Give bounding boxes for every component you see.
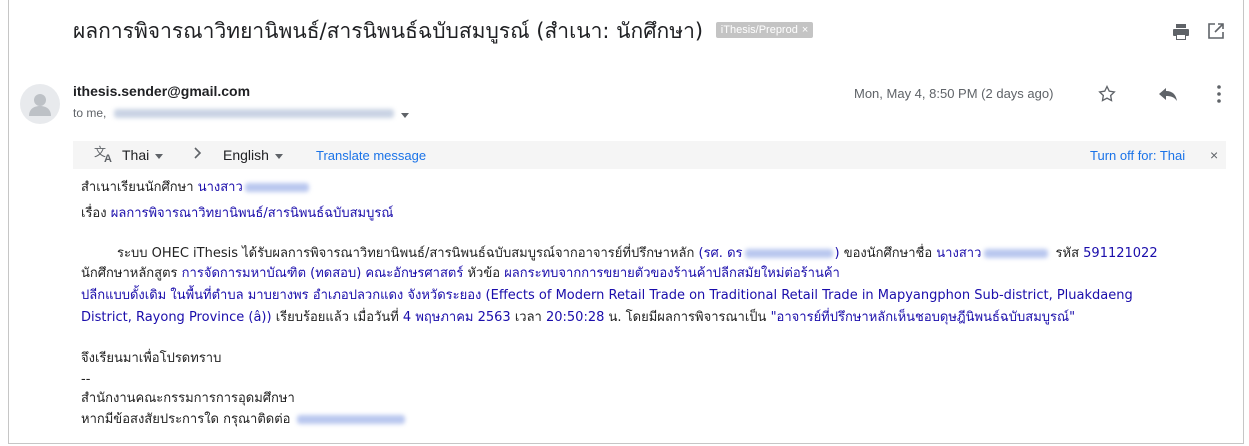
print-icon[interactable] (1171, 22, 1191, 42)
signature-contact: หากมีข้อสงสัยประการใด กรุณาติดต่อ (81, 411, 405, 428)
blurred-contact-email[interactable] (296, 415, 405, 424)
signature-dash: -- (81, 372, 91, 387)
from-language-select[interactable]: Thai (122, 147, 164, 163)
completion-date: 4 พฤษภาคม 2563 (402, 310, 511, 325)
program-label: นักศึกษาหลักสูตร (81, 266, 178, 281)
topic-value-end: District, Rayong Province (â)) (81, 310, 272, 325)
result-value: "อาจารย์ที่ปรึกษาหลักเห็นชอบดุษฎีนิพนธ์ฉ… (770, 310, 1076, 325)
translate-icon: 文 A (94, 144, 114, 166)
svg-text:A: A (104, 153, 112, 163)
result-label: น. โดยมีผลการพิจารณาเป็น (608, 310, 767, 325)
reply-icon[interactable] (1158, 85, 1178, 107)
star-icon[interactable] (1097, 84, 1117, 108)
from-language: Thai (122, 147, 150, 163)
label-chip[interactable]: iThesis/Preprod × (715, 22, 814, 38)
time-label: เวลา (514, 310, 542, 325)
blurred-student-name-2 (984, 249, 1049, 258)
program-value: การจัดการมหาบัณฑิต (ทดสอบ) คณะอักษรศาสตร… (181, 266, 464, 281)
student-title: นางสาว (936, 246, 982, 261)
label-chip-close-icon[interactable]: × (802, 24, 808, 36)
advisor-prefix: (รศ. ดร (698, 246, 743, 261)
to-language: English (223, 147, 269, 163)
to-language-select[interactable]: English (223, 147, 283, 163)
body-line-copy-to: สำเนาเรียนนักศึกษา นางสาว (81, 179, 309, 196)
student-name: นางสาว (197, 180, 243, 195)
open-in-new-window-icon[interactable] (1207, 22, 1227, 42)
avatar (20, 84, 60, 124)
subject-text: ผลการพิจารณาวิทยานิพนธ์/สารนิพนธ์ฉบับสมบ… (73, 19, 704, 43)
recipients-dropdown-icon[interactable] (401, 107, 410, 121)
blurred-student-name (244, 183, 309, 192)
completed-on-label: เรียบร้อยแล้ว เมื่อวันที่ (275, 310, 399, 325)
blurred-advisor-name (744, 249, 833, 258)
topic-label: หัวข้อ (467, 266, 501, 281)
topic-value-a: ผลกระทบจากการขยายตัวของร้านค้าปลีกสมัยให… (504, 266, 840, 281)
student-id: 591121022 (1083, 246, 1158, 261)
turn-off-translation-link[interactable]: Turn off for: Thai (1090, 148, 1185, 163)
subject-label: เรื่อง (81, 206, 107, 221)
label-chip-text: iThesis/Preprod (720, 24, 798, 36)
subject-value: ผลการพิจารณาวิทยานิพนธ์/สารนิพนธ์ฉบับสมบ… (110, 206, 394, 221)
translate-bar: 文 A Thai English Translate message Turn … (73, 141, 1226, 169)
closing-line: จึงเรียนมาเพื่อโปรดทราบ (81, 351, 222, 366)
body-line-subject: เรื่อง ผลการพิจารณาวิทยานิพนธ์/สารนิพนธ์… (81, 205, 393, 222)
contact-label: หากมีข้อสงสัยประการใด กรุณาติดต่อ (81, 412, 291, 427)
blurred-recipients (113, 109, 394, 119)
arrow-right-icon (194, 146, 202, 162)
translate-message-link[interactable]: Translate message (316, 148, 426, 163)
student-id-label: รหัส (1055, 246, 1080, 261)
body-paragraph-line-2: นักศึกษาหลักสูตร การจัดการมหาบัณฑิต (ทดส… (81, 265, 840, 282)
p1-text-a: ระบบ OHEC iThesis ได้รับผลการพิจารณาวิทย… (117, 246, 695, 261)
signature-org: สำนักงานคณะกรรมการการอุดมศึกษา (81, 391, 295, 406)
body-paragraph-line-3: ปลีกแบบดั้งเดิม ในพื้นที่ตำบล มาบยางพร อ… (81, 288, 1133, 303)
p1-text-d: ของนักศึกษาชื่อ (843, 246, 933, 261)
advisor-close: ) (834, 246, 840, 261)
completion-time: 20:50:28 (545, 310, 605, 325)
email-subject: ผลการพิจารณาวิทยานิพนธ์/สารนิพนธ์ฉบับสมบ… (73, 16, 814, 46)
chevron-down-icon (274, 153, 283, 159)
recipients-line[interactable]: to me, (73, 106, 410, 121)
close-icon[interactable]: × (1210, 147, 1218, 163)
body-paragraph-line-1: ระบบ OHEC iThesis ได้รับผลการพิจารณาวิทย… (117, 245, 1158, 262)
chevron-down-icon (155, 153, 164, 159)
sender-email: ithesis.sender@gmail.com (73, 83, 251, 99)
email-date: Mon, May 4, 8:50 PM (2 days ago) (854, 86, 1054, 101)
to-prefix: to me, (73, 106, 107, 120)
body-paragraph-line-4: District, Rayong Province (â)) เรียบร้อย… (81, 309, 1075, 326)
email-frame (8, 0, 1244, 444)
more-vertical-icon[interactable] (1216, 84, 1222, 108)
copy-to-label: สำเนาเรียนนักศึกษา (81, 180, 194, 195)
